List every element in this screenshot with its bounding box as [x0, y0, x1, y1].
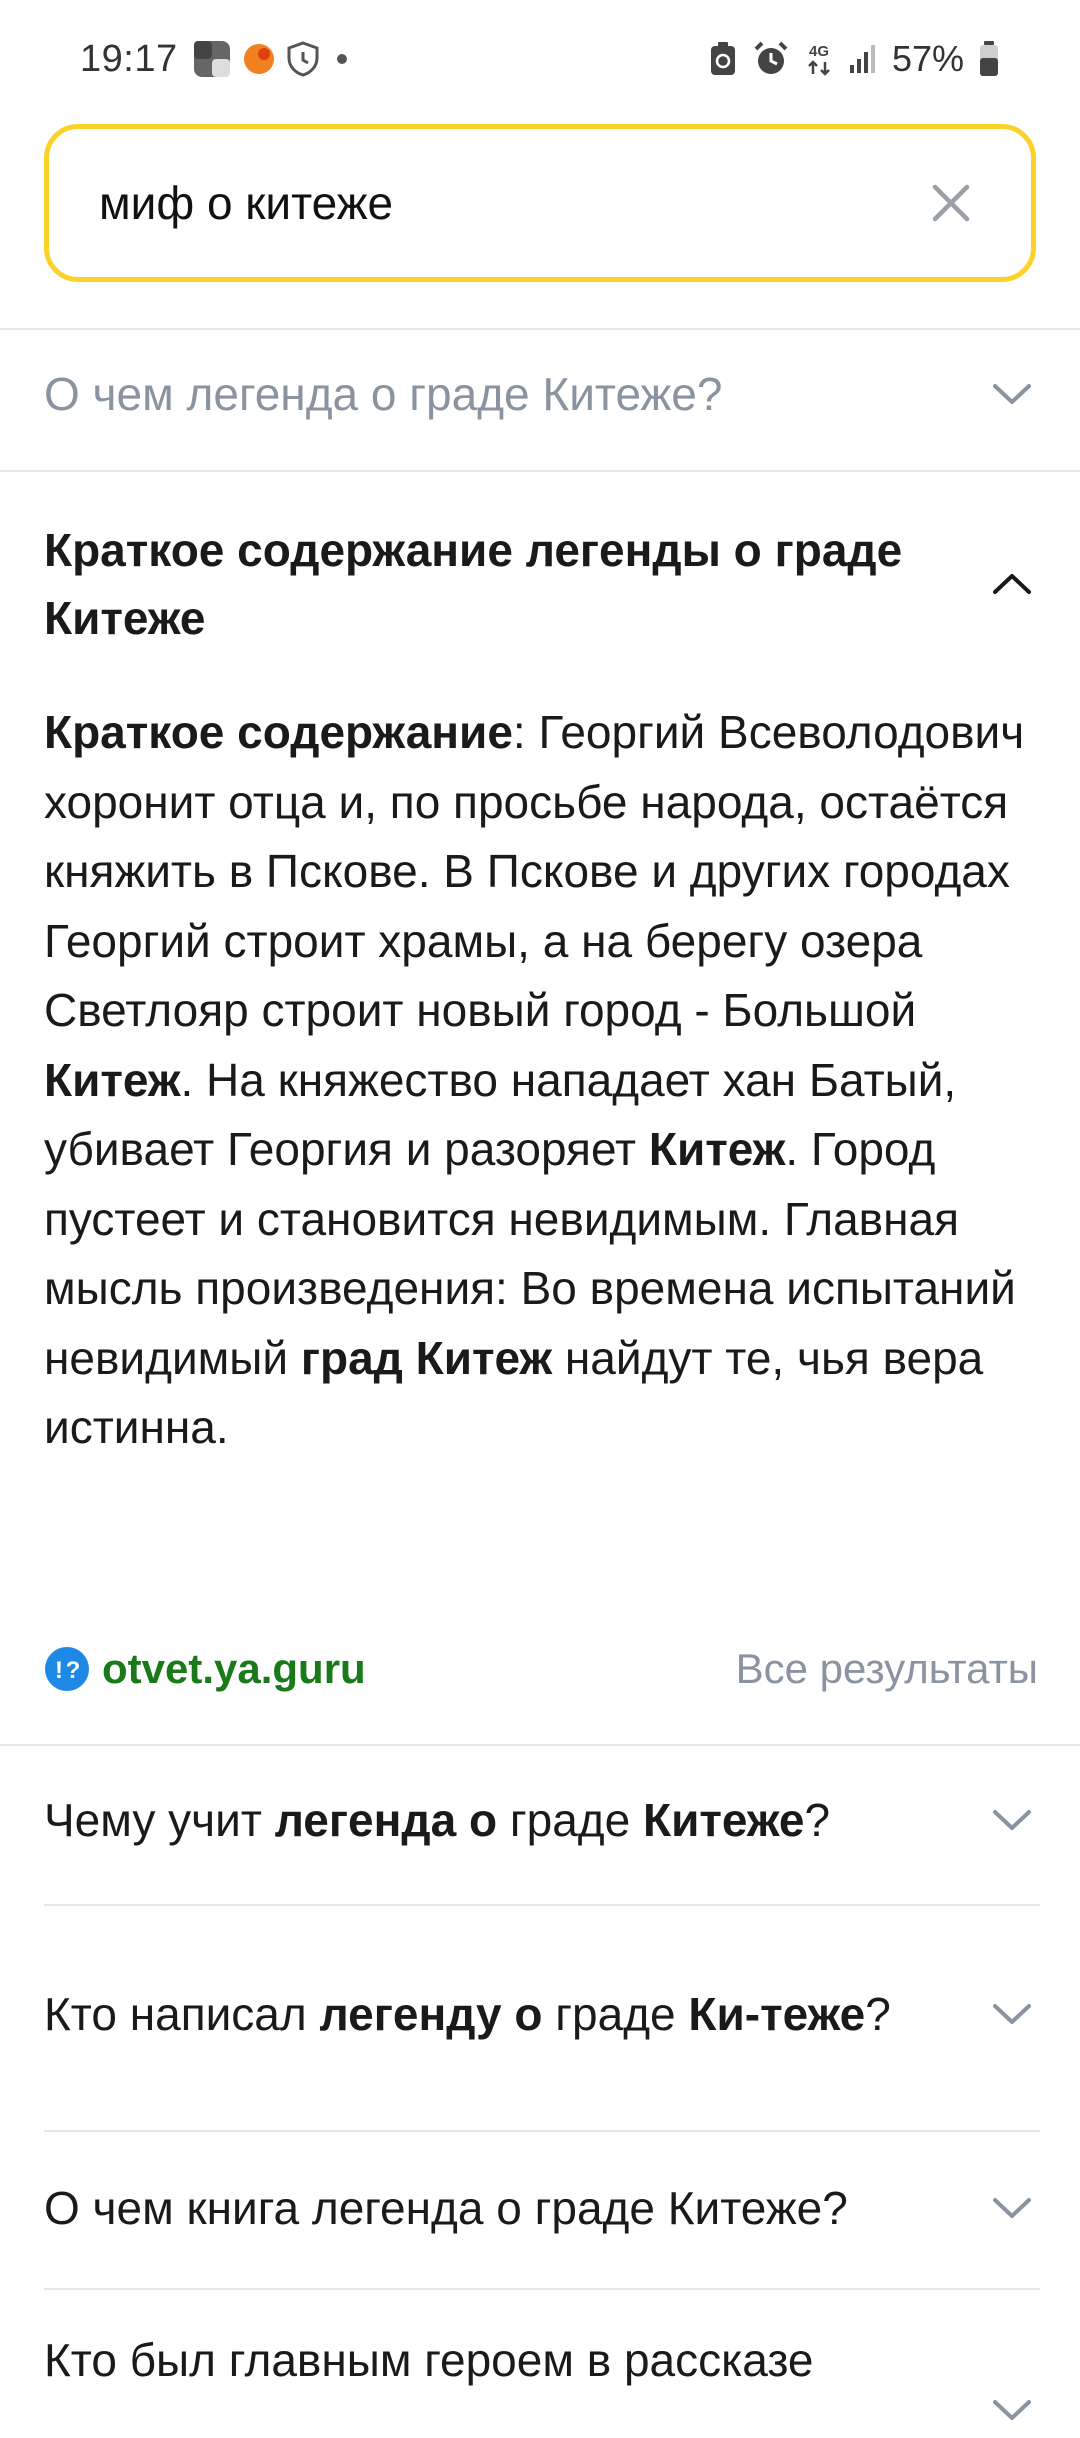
- divider: [44, 2288, 1040, 2290]
- faq-item-0[interactable]: О чем легенда о граде Китеже?: [44, 346, 1040, 442]
- divider: [0, 1744, 1080, 1746]
- question-segment: граде: [497, 1794, 644, 1846]
- question-segment: ?: [865, 1988, 891, 2040]
- battery-icon: [978, 40, 1000, 78]
- shield-icon: [286, 41, 320, 77]
- answer-segment: Китеж: [648, 1123, 786, 1175]
- faq-question: О чем книга легенда о граде Китеже?: [44, 2182, 848, 2234]
- faq-item-4[interactable]: О чем книга легенда о граде Китеже?: [44, 2164, 1040, 2252]
- faq-question: Чему учит легенда о граде Китеже?: [44, 1786, 984, 1854]
- faq-question: Кто был главным героем в рассказе: [44, 2334, 814, 2386]
- divider: [44, 2130, 1040, 2132]
- svg-text:!: !: [55, 1657, 63, 1684]
- faq-item-2[interactable]: Чему учит легенда о граде Китеже?: [44, 1776, 1040, 1864]
- divider: [44, 1904, 1040, 1906]
- answer-segment: Китеж: [44, 1053, 181, 1106]
- chevron-down-icon: [984, 366, 1040, 422]
- network-type-icon: 4G: [804, 40, 834, 78]
- battery-percent: 57%: [891, 38, 964, 79]
- chevron-up-icon: [984, 556, 1040, 612]
- faq-answer: Краткое содержание: Георгий Всеволодович…: [44, 698, 1040, 1463]
- chevron-down-icon: [984, 1986, 1040, 2042]
- gallery-app-icon: [192, 39, 232, 79]
- question-segment: Кто написал: [44, 1988, 320, 2040]
- alarm-icon: [752, 40, 790, 78]
- close-icon: [932, 184, 970, 222]
- system-icons: 4G 57%: [708, 38, 1000, 80]
- faq-item-5[interactable]: Кто был главным героем в рассказе: [44, 2326, 1040, 2420]
- answer-source-row: ! ? otvet.ya.guru Все результаты: [44, 1636, 1038, 1702]
- chevron-down-icon: [984, 2382, 1040, 2438]
- app-notification-icon: [242, 42, 276, 76]
- status-time: 19:17: [80, 37, 178, 80]
- faq-question: О чем легенда о граде Китеже?: [44, 368, 723, 420]
- status-bar: 19:17 4G 57%: [0, 0, 1080, 118]
- answer-segment: Краткое содержание: [44, 706, 513, 758]
- answer-segment: град Китеж: [300, 1331, 553, 1384]
- faq-item-1-header[interactable]: Краткое содержание легенды о граде Китеж…: [44, 514, 1040, 654]
- chevron-down-icon: [984, 1792, 1040, 1848]
- chevron-down-icon: [984, 2180, 1040, 2236]
- search-input[interactable]: [97, 175, 921, 231]
- faq-question: Кто написал легенду о граде Ки-теже?: [44, 1980, 924, 2048]
- question-segment: Китеже: [643, 1794, 805, 1846]
- question-segment: Чему учит: [44, 1794, 275, 1846]
- search-box[interactable]: [44, 124, 1036, 282]
- question-segment: легенда о: [274, 1794, 498, 1846]
- clear-search-button[interactable]: [921, 173, 981, 233]
- faq-item-3[interactable]: Кто написал легенду о граде Ки-теже?: [44, 1944, 1040, 2084]
- notification-icons: [192, 39, 354, 79]
- divider: [0, 470, 1080, 472]
- question-segment: ?: [804, 1794, 831, 1846]
- svg-text:?: ?: [66, 1657, 81, 1684]
- signal-strength-icon: [848, 43, 878, 75]
- question-segment: Ки-теже: [688, 1988, 866, 2040]
- divider: [0, 328, 1080, 330]
- question-segment: граде: [542, 1988, 689, 2040]
- faq-question: Краткое содержание легенды о граде Китеж…: [44, 524, 903, 644]
- more-notifications-dot-icon: [330, 47, 354, 71]
- battery-saver-icon: [708, 41, 738, 77]
- question-segment: легенду о: [319, 1988, 543, 2040]
- source-link[interactable]: otvet.ya.guru: [102, 1645, 366, 1693]
- all-results-link[interactable]: Все результаты: [736, 1645, 1038, 1693]
- otvet-source-icon: ! ?: [45, 1647, 89, 1691]
- svg-text:4G: 4G: [809, 43, 829, 60]
